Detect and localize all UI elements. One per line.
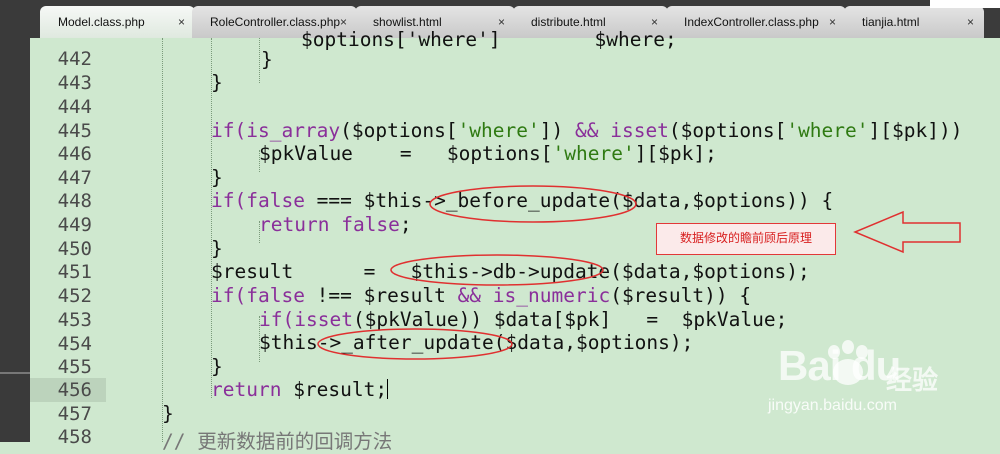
line-number-gutter: 442 443 444 445 446 447 448 449 450 451 … <box>30 38 106 448</box>
code-line: } <box>211 71 223 94</box>
tab-label: IndexController.class.php <box>684 15 819 29</box>
watermark-title: Bai du <box>778 342 901 389</box>
code-line: if(false === $this->_before_update($data… <box>211 189 834 212</box>
left-panel-edge <box>0 0 30 442</box>
window-edge <box>930 0 1000 8</box>
tab-tianjia-html[interactable]: tianjia.html × <box>844 6 984 38</box>
line-number: 448 <box>57 190 92 212</box>
indent-guide <box>259 38 260 83</box>
line-number: 443 <box>57 72 92 94</box>
line-number: 458 <box>57 426 92 448</box>
code-line: } <box>211 355 223 378</box>
tab-label: distribute.html <box>531 15 606 29</box>
line-number: 451 <box>57 261 92 283</box>
line-number: 455 <box>57 356 92 378</box>
close-icon[interactable]: × <box>178 15 185 29</box>
code-line: if(is_array($options['where']) && isset(… <box>211 119 963 142</box>
indent-guide <box>162 38 163 442</box>
line-number: 449 <box>57 214 92 236</box>
line-number: 454 <box>57 333 92 355</box>
panel-marker <box>0 372 30 374</box>
tab-indexcontroller-class-php[interactable]: IndexController.class.php × <box>666 6 846 38</box>
line-number: 456 <box>57 379 92 401</box>
code-line: } <box>211 166 223 189</box>
code-line: $pkValue = $options['where'][$pk]; <box>259 142 717 165</box>
line-number: 457 <box>57 403 92 425</box>
close-icon[interactable]: × <box>340 15 347 29</box>
close-icon[interactable]: × <box>967 15 974 29</box>
tab-model-class-php[interactable]: Model.class.php × <box>40 6 195 38</box>
tab-label: tianjia.html <box>862 15 920 29</box>
line-number: 446 <box>57 143 92 165</box>
code-line: return $result; <box>211 378 389 401</box>
close-icon[interactable]: × <box>498 15 505 29</box>
code-line: // 更新数据前的回调方法 <box>162 430 393 453</box>
line-number: 452 <box>57 285 92 307</box>
code-line: if(isset($pkValue)) $data[$pk] = $pkValu… <box>259 308 788 331</box>
code-line: } <box>261 48 273 71</box>
line-number: 447 <box>57 167 92 189</box>
code-line: } <box>211 237 223 260</box>
line-number: 445 <box>57 120 92 142</box>
text-cursor <box>387 379 389 399</box>
line-number: 442 <box>57 48 92 70</box>
code-line: if(false !== $result && is_numeric($resu… <box>211 284 752 307</box>
code-line: $result = $this->db->update($data,$optio… <box>211 260 810 283</box>
tab-label: RoleController.class.php <box>210 15 341 29</box>
annotation-label: 数据修改的瞻前顾后原理 <box>656 223 836 255</box>
close-icon[interactable]: × <box>829 15 836 29</box>
code-line: } <box>162 402 174 425</box>
baidu-watermark: Bai du 经验 jingyan.baidu.com <box>768 340 968 422</box>
line-number: 453 <box>57 309 92 331</box>
watermark-cn: 经验 <box>886 366 939 396</box>
close-icon[interactable]: × <box>651 15 658 29</box>
code-line: $this->_after_update($data,$options); <box>259 331 694 354</box>
watermark-url: jingyan.baidu.com <box>768 397 897 414</box>
code-line: return false; <box>259 213 412 236</box>
tab-label: showlist.html <box>373 15 442 29</box>
line-number: 450 <box>57 238 92 260</box>
tab-label: Model.class.php <box>58 15 145 29</box>
line-number: 444 <box>57 96 92 118</box>
code-line: $options['where'] $where; <box>301 28 677 51</box>
